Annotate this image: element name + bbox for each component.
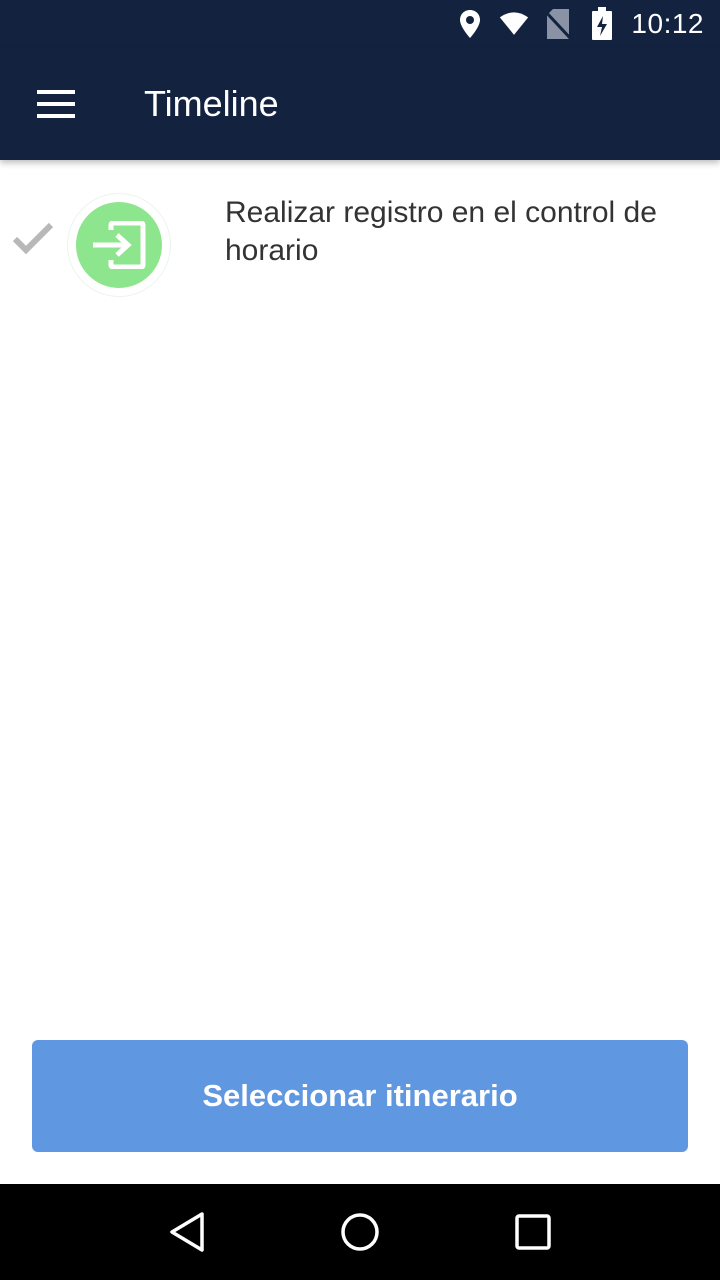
back-button[interactable] <box>157 1202 217 1262</box>
home-icon <box>341 1213 379 1251</box>
app-bar: Timeline <box>0 48 720 160</box>
timeline-list: Realizar registro en el control de horar… <box>0 160 720 310</box>
status-bar: 10:12 <box>0 0 720 48</box>
timeline-item-text: Realizar registro en el control de horar… <box>225 196 657 267</box>
no-sim-icon <box>543 9 573 40</box>
recents-icon <box>515 1214 552 1250</box>
home-button[interactable] <box>330 1202 390 1262</box>
app-root: 10:12 Timeline Realizar registro en el c… <box>0 0 720 1280</box>
page-title: Timeline <box>144 83 279 124</box>
battery-charging-icon <box>587 7 617 40</box>
recents-button[interactable] <box>503 1202 563 1262</box>
select-itinerary-button[interactable]: Seleccionar itinerario <box>32 1040 688 1152</box>
back-icon <box>169 1212 204 1252</box>
timeline-item[interactable]: Realizar registro en el control de horar… <box>0 160 720 310</box>
status-time: 10:12 <box>631 8 704 39</box>
check-icon <box>12 220 54 256</box>
hamburger-menu-icon <box>37 90 75 118</box>
timeline-item-avatar <box>68 194 170 296</box>
wifi-icon <box>499 9 529 39</box>
location-icon <box>455 9 485 39</box>
login-enter-icon <box>76 202 162 288</box>
menu-button[interactable] <box>0 48 112 160</box>
navigation-bar <box>0 1184 720 1280</box>
